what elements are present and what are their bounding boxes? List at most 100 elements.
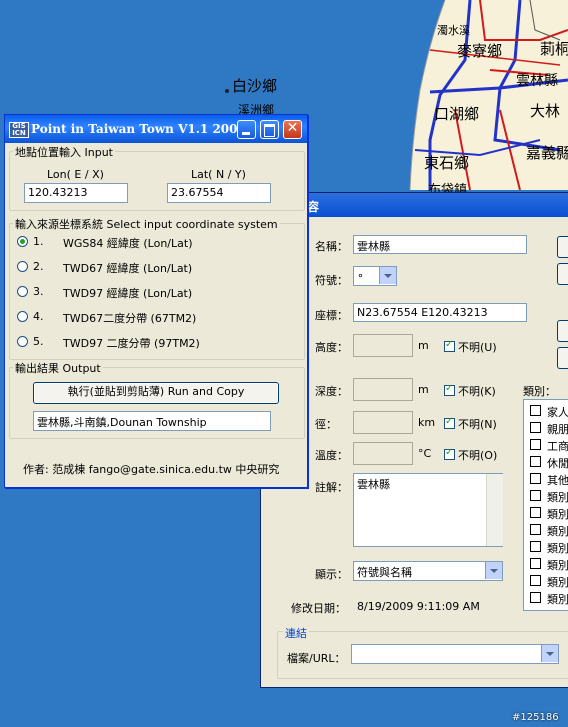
temperature-input[interactable] [353, 442, 413, 465]
chevron-down-icon [379, 267, 396, 284]
radio-twd67-lonlat[interactable] [17, 261, 28, 272]
altitude-unknown-label: 不明(U) [458, 341, 497, 354]
altitude-unit: m [418, 339, 429, 352]
radio-twd97-lonlat[interactable] [17, 286, 28, 297]
maximize-icon [264, 124, 275, 137]
radio-twd67-tm2[interactable] [17, 311, 28, 322]
dialog-title: Point in Taiwan Town V1.1 200... [31, 122, 251, 136]
map-label-dalin: 大林 [530, 102, 561, 120]
depth-unknown-checkbox[interactable] [444, 383, 455, 396]
category-checkbox[interactable] [530, 558, 541, 569]
temperature-unknown-checkbox[interactable] [444, 447, 455, 460]
radio-wgs84[interactable] [17, 236, 28, 247]
chevron-down-icon [485, 562, 502, 579]
option-label-twd97-tm2[interactable]: TWD97 二度分帶 (97TM2) [63, 335, 200, 351]
run-and-copy-button[interactable]: 執行(並貼到剪貼薄) Run and Copy [33, 382, 279, 404]
option-number: 1. [33, 235, 44, 248]
symbol-value: ∘ [357, 269, 364, 282]
point-in-taiwan-town-dialog: GIS ICN Point in Taiwan Town V1.1 200... … [4, 114, 308, 488]
option-label-twd67-lonlat[interactable]: TWD67 經緯度 (Lon/Lat) [63, 260, 192, 276]
coord-label: 座標： [315, 309, 348, 322]
category-checkbox[interactable] [530, 422, 541, 433]
symbol-select[interactable]: ∘ [353, 266, 397, 286]
option-number: 2. [33, 260, 44, 273]
depth-input[interactable] [353, 378, 413, 401]
temperature-unknown-label: 不明(O) [458, 449, 498, 462]
output-group-label: 輸出結果 Output [13, 360, 103, 376]
watermark: #125186 [512, 712, 559, 723]
option-number: 3. [33, 285, 44, 298]
lon-input[interactable]: 120.43213 [24, 183, 128, 203]
name-label: 名稱： [315, 240, 348, 253]
category-checkbox[interactable] [530, 592, 541, 603]
category-checkbox[interactable] [530, 541, 541, 552]
side-button-3[interactable] [557, 320, 568, 342]
category-checkbox[interactable] [530, 490, 541, 501]
map-label-dongshi: 東石鄉 [424, 154, 470, 172]
dialog-title-bar[interactable]: GIS ICN Point in Taiwan Town V1.1 200... … [5, 115, 307, 143]
category-label: 類別： [523, 385, 556, 398]
category-checkbox[interactable] [530, 473, 541, 484]
lat-input[interactable]: 23.67554 [167, 183, 271, 203]
category-list[interactable]: 家人 親朋 工商 休閒 其他 類別 類別 類別 類別 類別 類別 類別 [523, 399, 568, 611]
altitude-input[interactable] [353, 334, 413, 357]
maximize-button[interactable] [260, 120, 279, 139]
radius-unknown-label: 不明(N) [458, 418, 497, 431]
category-checkbox[interactable] [530, 405, 541, 416]
altitude-unknown-checkbox[interactable] [444, 339, 455, 352]
side-button-4[interactable] [557, 347, 568, 369]
category-checkbox[interactable] [530, 456, 541, 467]
note-label: 註解： [315, 481, 348, 494]
note-scrollbar[interactable] [486, 474, 503, 546]
category-checkbox[interactable] [530, 575, 541, 586]
map-label-mailiao: 麥寮鄉 [457, 42, 503, 60]
category-checkbox[interactable] [530, 439, 541, 450]
close-button[interactable]: ✕ [283, 120, 302, 139]
minimize-icon [242, 132, 250, 135]
gis-app-icon: GIS ICN [9, 122, 29, 138]
side-button-1[interactable] [557, 236, 568, 258]
file-url-select[interactable] [351, 644, 559, 664]
map-label-chiayi: 嘉義縣 [526, 144, 568, 162]
modified-value: 8/19/2009 9:11:09 AM [357, 600, 480, 613]
option-number: 4. [33, 310, 44, 323]
display-value: 符號與名稱 [357, 566, 412, 579]
radius-unknown-checkbox[interactable] [444, 416, 455, 429]
category-checkbox[interactable] [530, 524, 541, 535]
note-text: 雲林縣 [357, 478, 390, 491]
close-icon: ✕ [286, 120, 299, 136]
symbol-label: 符號： [315, 274, 348, 287]
radius-label: 徑： [315, 418, 337, 431]
link-group-label: 連結 [283, 625, 309, 641]
option-label-twd97-lonlat[interactable]: TWD97 經緯度 (Lon/Lat) [63, 285, 192, 301]
map-label-citong: 莿桐 [540, 40, 568, 58]
option-label-wgs84[interactable]: WGS84 經緯度 (Lon/Lat) [63, 235, 192, 251]
temperature-unit: °C [418, 447, 432, 460]
map-label-kouhu: 口湖鄉 [434, 105, 480, 123]
map-label-zhuoshui: 濁水溪 [437, 24, 470, 37]
altitude-label: 高度： [315, 341, 348, 354]
lat-label: Lat( N / Y) [191, 168, 246, 181]
radio-twd97-tm2[interactable] [17, 336, 28, 347]
display-select[interactable]: 符號與名稱 [353, 561, 503, 581]
chevron-down-icon [541, 645, 558, 662]
category-checkbox[interactable] [530, 507, 541, 518]
depth-unknown-label: 不明(K) [458, 385, 496, 398]
coordinate-system-group-label: 輸入來源坐標系統 Select input coordinate system [13, 216, 280, 232]
radius-input[interactable] [353, 411, 413, 434]
file-url-label: 檔案/URL： [287, 652, 346, 665]
side-button-2[interactable] [557, 263, 568, 285]
run-and-copy-label: 執行(並貼到剪貼薄) Run and Copy [67, 385, 245, 398]
name-input[interactable]: 雲林縣 [353, 235, 527, 254]
option-label-twd67-tm2[interactable]: TWD67二度分帶 (67TM2) [63, 310, 196, 326]
temperature-label: 溫度： [315, 449, 348, 462]
depth-label: 深度： [315, 385, 348, 398]
coord-input[interactable]: N23.67554 E120.43213 [353, 303, 527, 322]
radius-unit: km [418, 416, 436, 429]
minimize-button[interactable] [237, 120, 256, 139]
lon-label: Lon( E / X) [47, 168, 104, 181]
map-label-yunlin: 雲林縣 [516, 73, 558, 89]
input-group-label: 地點位置輸入 Input [13, 144, 115, 160]
note-textarea[interactable]: 雲林縣 [353, 473, 503, 547]
output-field[interactable]: 雲林縣,斗南鎮,Dounan Township [33, 411, 271, 431]
